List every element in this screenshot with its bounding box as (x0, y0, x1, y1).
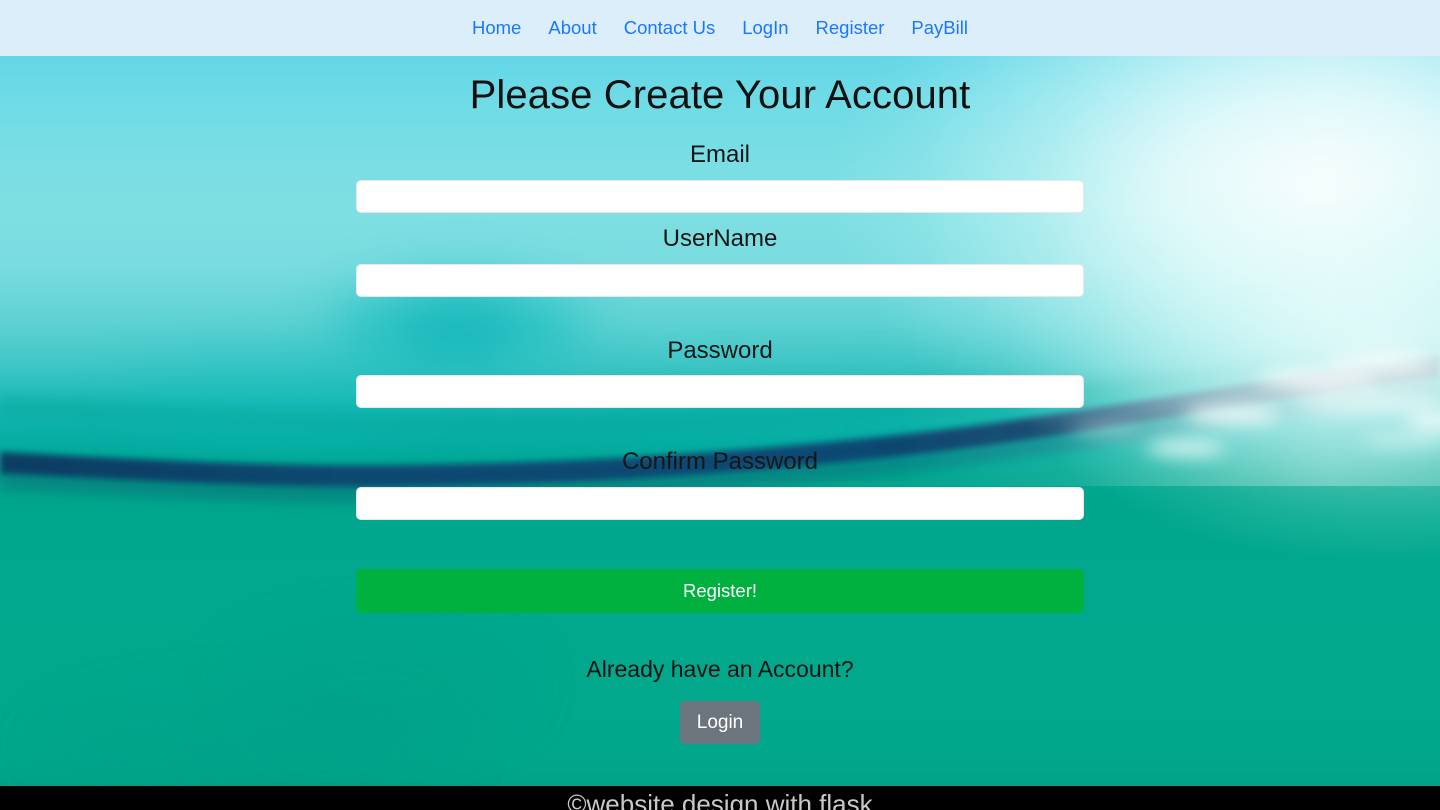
password-label: Password (667, 336, 773, 364)
page-title: Please Create Your Account (469, 73, 971, 117)
username-input[interactable] (356, 263, 1084, 297)
confirm-password-input[interactable] (356, 487, 1084, 521)
nav-link-login[interactable]: LogIn (729, 18, 802, 38)
nav-link-list: Home About Contact Us LogIn Register Pay… (459, 18, 982, 38)
nav-link-contact-us[interactable]: Contact Us (610, 18, 729, 38)
login-button[interactable]: Login (679, 700, 761, 744)
username-label: UserName (662, 224, 778, 252)
page-footer: ©website design with flask (0, 786, 1440, 810)
registration-form: Email UserName Password Confirm Password… (356, 141, 1084, 614)
confirm-password-label: Confirm Password (621, 448, 819, 476)
main-navbar: Home About Contact Us LogIn Register Pay… (0, 0, 1440, 56)
register-button[interactable]: Register! (356, 569, 1084, 614)
already-have-account-text: Already have an Account? (586, 656, 854, 683)
password-input[interactable] (356, 375, 1084, 409)
email-label: Email (689, 141, 750, 168)
footer-copyright-text: ©website design with flask (567, 789, 873, 810)
nav-link-register[interactable]: Register (802, 18, 898, 38)
main-content: Please Create Your Account Email UserNam… (0, 56, 1440, 744)
register-page: Home About Contact Us LogIn Register Pay… (0, 0, 1440, 810)
email-input[interactable] (356, 179, 1084, 213)
nav-link-home[interactable]: Home (459, 18, 535, 38)
nav-link-paybill[interactable]: PayBill (898, 18, 982, 38)
nav-link-about[interactable]: About (535, 18, 610, 38)
